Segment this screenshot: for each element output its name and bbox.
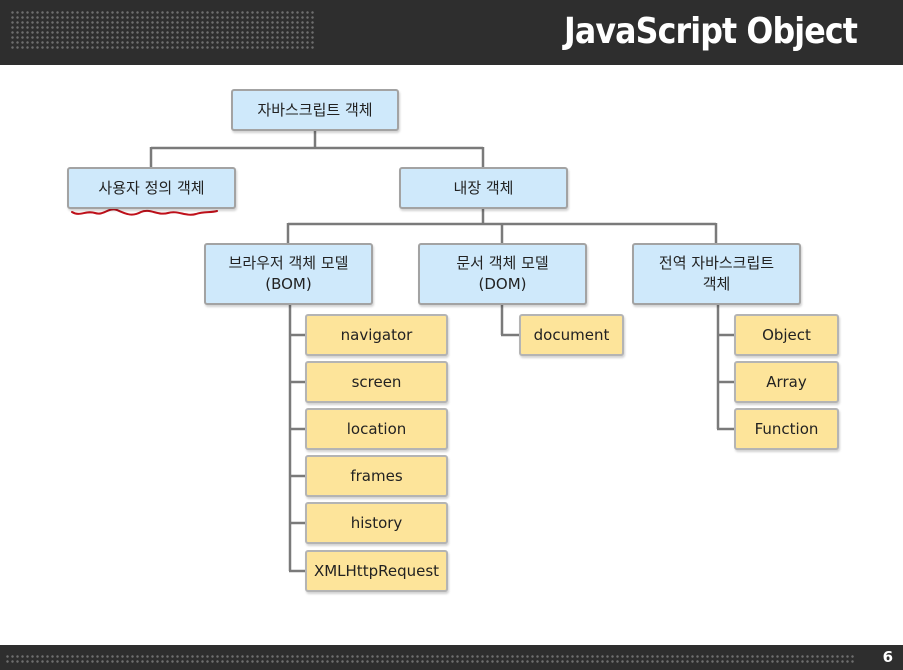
leaf-array: Array: [734, 361, 839, 403]
node-bom: 브라우저 객체 모델 (BOM): [204, 243, 373, 305]
node-label-line2: 객체: [702, 275, 731, 293]
leaf-xmlhttprequest: XMLHttpRequest: [305, 550, 448, 592]
leaf-label: Object: [762, 325, 811, 344]
leaf-function: Function: [734, 408, 839, 450]
slide-footer: 6: [0, 645, 903, 670]
node-label: 사용자 정의 객체: [98, 178, 205, 197]
node-label-line2: (DOM): [478, 275, 527, 293]
leaf-label: frames: [350, 466, 403, 485]
node-label-line1: 전역 자바스크립트: [658, 254, 775, 272]
footer-dot-pattern: [5, 654, 855, 664]
leaf-object: Object: [734, 314, 839, 356]
node-label-line1: 문서 객체 모델: [456, 254, 549, 272]
page-number: 6: [882, 648, 893, 666]
leaf-frames: frames: [305, 455, 448, 497]
node-javascript-object: 자바스크립트 객체: [231, 89, 399, 131]
node-global-js-object: 전역 자바스크립트 객체: [632, 243, 801, 305]
leaf-label: Array: [766, 372, 807, 391]
leaf-screen: screen: [305, 361, 448, 403]
node-builtin-object: 내장 객체: [399, 167, 568, 209]
leaf-label: document: [533, 325, 610, 344]
node-label-line2: (BOM): [265, 275, 312, 293]
node-dom: 문서 객체 모델 (DOM): [418, 243, 587, 305]
leaf-label: history: [350, 513, 403, 532]
leaf-label: location: [346, 419, 407, 438]
leaf-label: screen: [351, 372, 402, 391]
leaf-label: XMLHttpRequest: [313, 561, 440, 580]
node-label: 내장 객체: [453, 178, 514, 197]
leaf-location: location: [305, 408, 448, 450]
leaf-label: Function: [754, 419, 819, 438]
leaf-document: document: [519, 314, 624, 356]
node-label: 자바스크립트 객체: [257, 100, 373, 119]
leaf-history: history: [305, 502, 448, 544]
leaf-label: navigator: [340, 325, 413, 344]
node-user-defined-object: 사용자 정의 객체: [67, 167, 236, 209]
red-underline-annotation: [71, 208, 218, 216]
node-label-line1: 브라우저 객체 모델: [228, 254, 349, 272]
leaf-navigator: navigator: [305, 314, 448, 356]
